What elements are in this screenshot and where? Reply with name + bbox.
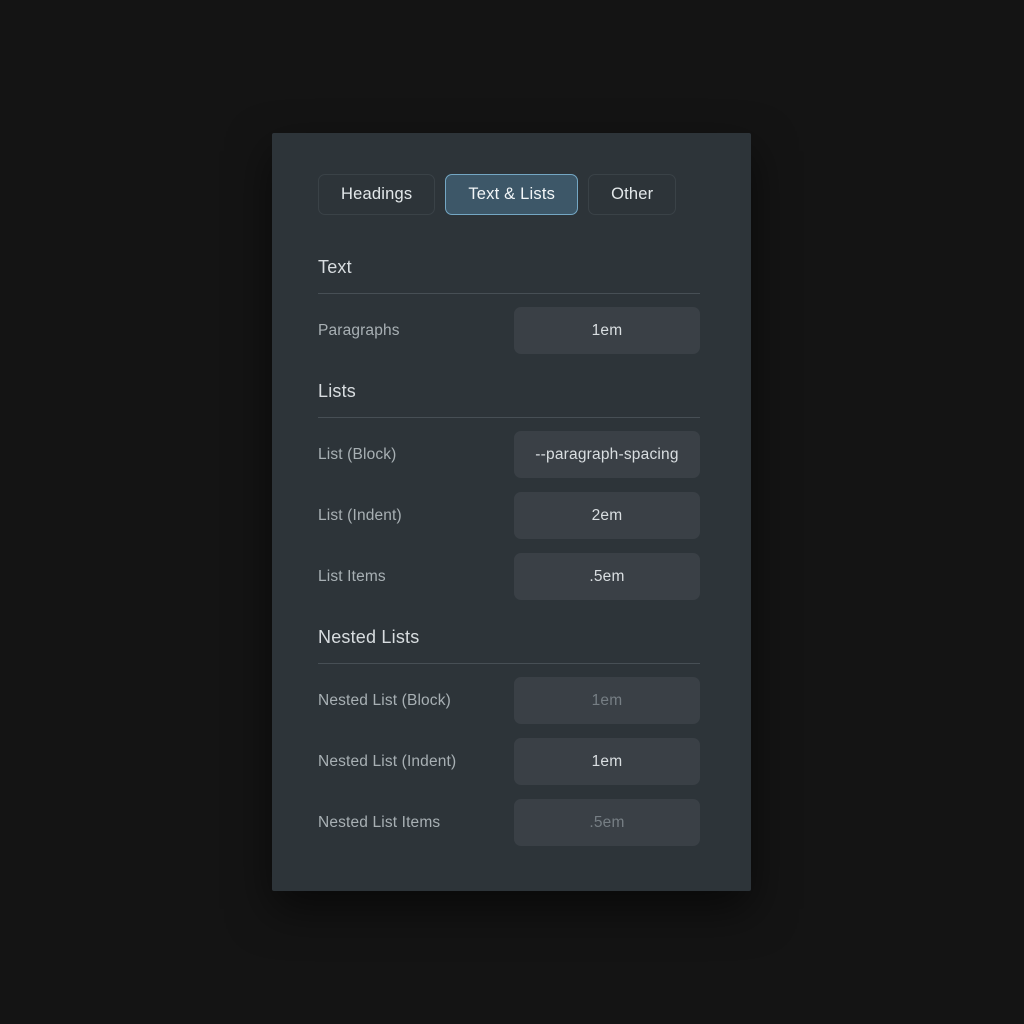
settings-panel: Headings Text & Lists Other Text Paragraphs… bbox=[272, 133, 751, 891]
screen: Headings Text & Lists Other Text Paragraphs… bbox=[0, 0, 1024, 1024]
setting-value-input[interactable]: 1em bbox=[514, 677, 700, 724]
setting-label: Paragraphs bbox=[318, 321, 400, 339]
section-text: Text bbox=[318, 258, 700, 294]
setting-row: List (Indent) 2em bbox=[318, 492, 700, 539]
setting-label: Nested List (Indent) bbox=[318, 752, 457, 770]
section-lists: Lists bbox=[318, 382, 700, 418]
setting-row: List (Block) --paragraph-spacing bbox=[318, 431, 700, 478]
setting-label: List (Block) bbox=[318, 445, 397, 463]
section-nested-lists: Nested Lists bbox=[318, 628, 700, 664]
setting-label: Nested List Items bbox=[318, 813, 441, 831]
section-divider bbox=[318, 417, 700, 418]
setting-row: Nested List Items .5em bbox=[318, 799, 700, 846]
tab-text-lists[interactable]: Text & Lists bbox=[445, 174, 579, 215]
setting-value-input[interactable]: .5em bbox=[514, 553, 700, 600]
setting-label: Nested List (Block) bbox=[318, 691, 451, 709]
setting-row: List Items .5em bbox=[318, 553, 700, 600]
setting-value-input[interactable]: 1em bbox=[514, 738, 700, 785]
tab-bar: Headings Text & Lists Other bbox=[318, 174, 677, 215]
setting-label: List (Indent) bbox=[318, 506, 402, 524]
setting-value-input[interactable]: 1em bbox=[514, 307, 700, 354]
setting-row: Nested List (Block) 1em bbox=[318, 677, 700, 724]
tab-headings[interactable]: Headings bbox=[318, 174, 436, 215]
setting-label: List Items bbox=[318, 567, 386, 585]
setting-row: Nested List (Indent) 1em bbox=[318, 738, 700, 785]
setting-value-input[interactable]: .5em bbox=[514, 799, 700, 846]
section-title: Nested Lists bbox=[318, 627, 420, 647]
section-divider bbox=[318, 293, 700, 294]
section-title: Lists bbox=[318, 381, 357, 401]
setting-value-input[interactable]: --paragraph-spacing bbox=[514, 431, 700, 478]
section-divider bbox=[318, 663, 700, 664]
section-title: Text bbox=[318, 257, 352, 277]
setting-value-input[interactable]: 2em bbox=[514, 492, 700, 539]
tab-other[interactable]: Other bbox=[588, 174, 677, 215]
setting-row: Paragraphs 1em bbox=[318, 307, 700, 354]
